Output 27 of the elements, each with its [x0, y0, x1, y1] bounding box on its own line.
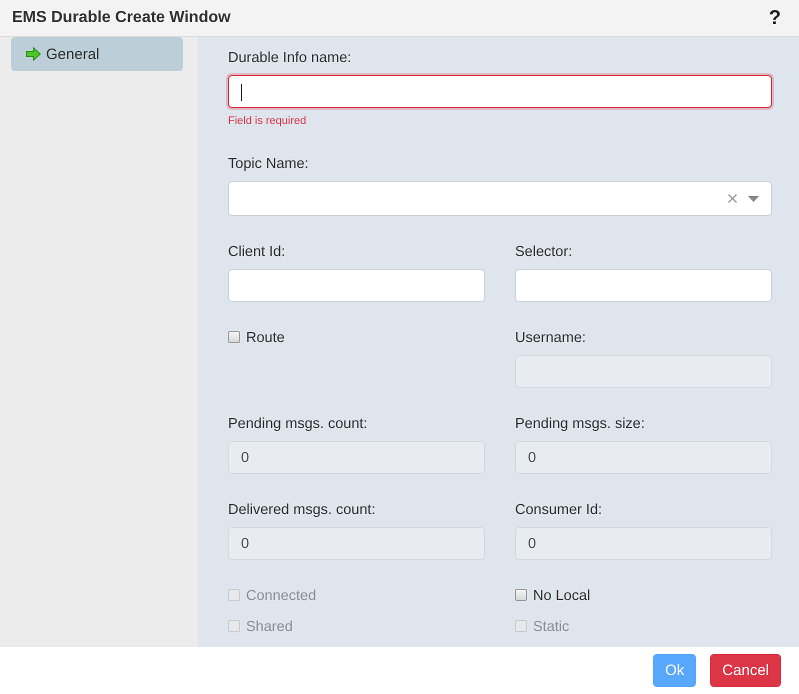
field-label: Pending msgs. count:: [228, 415, 368, 434]
checkbox-label: No Local: [533, 588, 590, 604]
checkbox-label: Shared: [246, 619, 293, 635]
field-label: Durable Info name:: [228, 49, 352, 68]
checkbox[interactable]: [228, 330, 240, 342]
field-label: Username:: [515, 329, 587, 348]
checkbox-label: Connected: [246, 588, 316, 604]
clear-icon[interactable]: [728, 194, 737, 203]
window-title: EMS Durable Create Window: [12, 9, 231, 27]
input-field[interactable]: [228, 75, 772, 108]
field-label: Delivered msgs. count:: [228, 501, 376, 520]
checkbox-label: Route: [246, 330, 285, 346]
help-button[interactable]: ?: [768, 7, 781, 29]
sidebar-item[interactable]: General: [11, 37, 183, 71]
field-label: Client Id:: [228, 243, 286, 262]
text-cursor-icon: [241, 84, 242, 101]
error-message: Field is required: [228, 114, 308, 128]
select-field[interactable]: [228, 181, 772, 216]
checkbox-label: Static: [533, 619, 570, 635]
field-label: Consumer Id:: [515, 501, 604, 520]
checkbox[interactable]: [515, 588, 527, 600]
caret-down-icon[interactable]: [748, 196, 759, 202]
arrow-right-icon: [26, 47, 41, 61]
cancel-button[interactable]: Cancel: [710, 654, 781, 687]
field-label: Selector:: [515, 243, 574, 262]
field-label: Pending msgs. size:: [515, 415, 646, 434]
field-label: Topic Name:: [228, 155, 310, 174]
